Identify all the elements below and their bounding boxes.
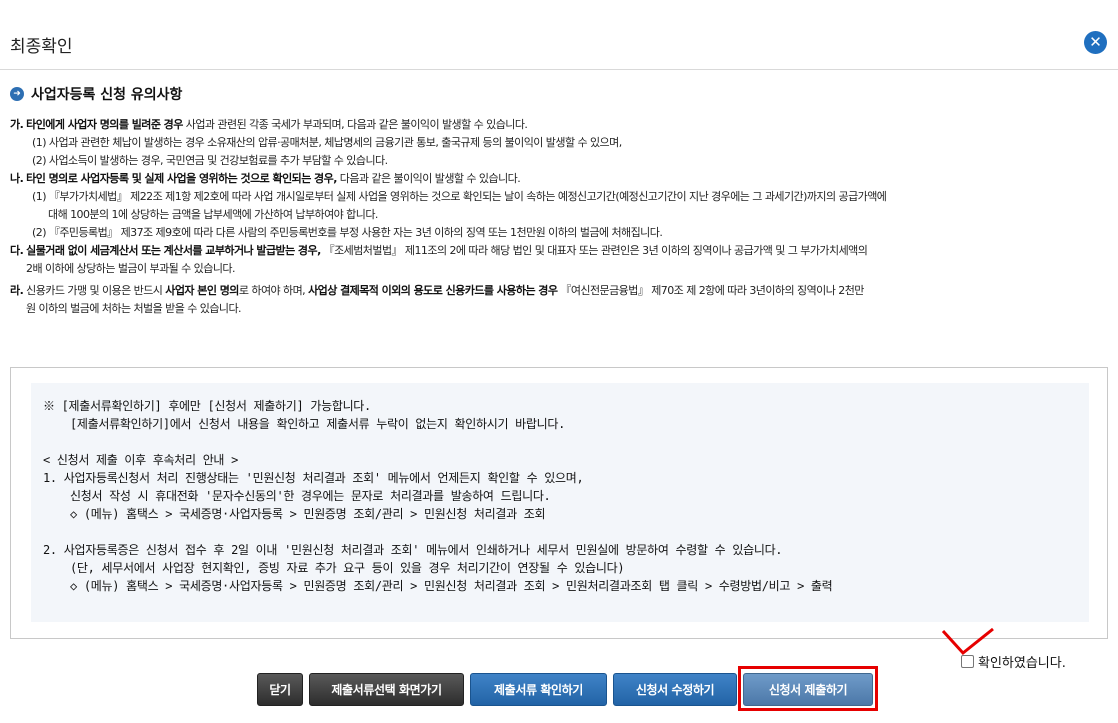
notice-item-na: 나. 타인 명의로 사업자등록 및 실제 사업을 영위하는 것으로 확인되는 경…	[10, 170, 1110, 188]
notice-item-ga: 가. 타인에게 사업자 명의를 빌려준 경우 사업과 관련된 각종 국세가 부과…	[10, 116, 1110, 134]
notice-marker: 가.	[10, 118, 24, 131]
notice-sub: (2) 『주민등록법』 제37조 제9호에 따라 다른 사람의 주민등록번호를 …	[32, 226, 663, 239]
notice-bold: 타인 명의로 사업자등록 및 실제 사업을 영위하는 것으로 확인되는 경우,	[26, 172, 337, 185]
confirm-label: 확인하였습니다.	[978, 655, 1066, 671]
notice-text: 『조세범처벌법』 제11조의 2에 따라 해당 법인 및 대표자 또는 관련인은…	[320, 244, 868, 257]
notice-sub: (1) 사업과 관련한 체납이 발생하는 경우 소유재산의 압류·공매처분, 체…	[32, 136, 622, 149]
info-line: (단, 세무서에서 사업장 현지확인, 증빙 자료 추가 요구 등이 있을 경우…	[70, 561, 625, 575]
dialog-header: 최종확인 ✕	[0, 0, 1118, 70]
info-line: [제출서류확인하기]에서 신청서 내용을 확인하고 제출서류 누락이 없는지 확…	[70, 417, 566, 431]
notice-text: 사업과 관련된 각종 국세가 부과되며, 다음과 같은 불이익이 발생할 수 있…	[182, 118, 528, 131]
notice-text: 『여신전문금융법』 제70조 제 2항에 따라 3년이하의 징역이나 2천만	[557, 284, 864, 297]
notice-bold: 실물거래 없이 세금계산서 또는 계산서를 교부하거나 발급받는 경우,	[26, 244, 321, 257]
notice-text: 신용카드 가맹 및 이용은 반드시	[23, 284, 166, 297]
info-line: ◇ (메뉴) 홈택스 > 국세증명·사업자등록 > 민원증명 조회/관리 > 민…	[70, 579, 833, 593]
confirm-checkbox-row[interactable]: 확인하였습니다.	[961, 652, 1066, 671]
notice-marker: 라.	[10, 284, 24, 297]
notice-marker: 나.	[10, 172, 24, 185]
notice-text: 다음과 같은 불이익이 발생할 수 있습니다.	[336, 172, 521, 185]
notice-marker: 다.	[10, 244, 24, 257]
notice-sub: (2) 사업소득이 발생하는 경우, 국민연금 및 건강보험료를 추가 부담할 …	[32, 154, 388, 167]
info-line: ◇ (메뉴) 홈택스 > 국세증명·사업자등록 > 민원증명 조회/관리 > 민…	[70, 507, 546, 521]
info-line: < 신청서 제출 이후 후속처리 안내 >	[43, 453, 239, 467]
info-line: 1. 사업자등록신청서 처리 진행상태는 '민원신청 처리결과 조회' 메뉴에서…	[43, 471, 584, 485]
arrow-right-circle-icon: ➜	[10, 87, 24, 101]
notice-item-da: 다. 실물거래 없이 세금계산서 또는 계산서를 교부하거나 발급받는 경우, …	[10, 242, 1110, 260]
notice-bold: 사업상 결제목적 이외의 용도로 신용카드를 사용하는 경우	[308, 284, 558, 297]
close-icon[interactable]: ✕	[1084, 31, 1107, 54]
info-panel: ※ [제출서류확인하기] 후에만 [신청서 제출하기] 가능합니다. [제출서류…	[31, 383, 1089, 622]
notice-sub: (1) 『부가가치세법』 제22조 제1항 제2호에 따라 사업 개시일로부터 …	[32, 190, 887, 203]
notice-bold: 타인에게 사업자 명의를 빌려준 경우	[26, 118, 183, 131]
notice-text: 로 하여야 하며,	[238, 284, 309, 297]
info-line: 2. 사업자등록증은 신청서 접수 후 2일 이내 '민원신청 처리결과 조회'…	[43, 543, 783, 557]
select-docs-button[interactable]: 제출서류선택 화면가기	[309, 673, 464, 706]
info-box: ※ [제출서류확인하기] 후에만 [신청서 제출하기] 가능합니다. [제출서류…	[10, 367, 1108, 639]
confirm-checkbox[interactable]	[961, 654, 974, 668]
close-button[interactable]: 닫기	[257, 673, 303, 706]
notice-item-ra: 라. 신용카드 가맹 및 이용은 반드시 사업자 본인 명의로 하여야 하며, …	[10, 282, 1110, 300]
notice-cont: 2배 이하에 상당하는 벌금이 부과될 수 있습니다.	[26, 262, 235, 275]
notice-bold: 사업자 본인 명의	[165, 284, 239, 297]
info-line: 신청서 작성 시 휴대전화 '문자수신동의'한 경우에는 문자로 처리결과를 발…	[70, 489, 551, 503]
notice-sub: 대해 100분의 1에 상당하는 금액을 납부세액에 가산하여 납부하여야 합니…	[48, 208, 378, 221]
dialog-title: 최종확인	[10, 37, 73, 57]
info-line: ※ [제출서류확인하기] 후에만 [신청서 제출하기] 가능합니다.	[43, 399, 371, 413]
notice-cont: 원 이하의 벌금에 처하는 처벌을 받을 수 있습니다.	[26, 302, 242, 315]
edit-application-button[interactable]: 신청서 수정하기	[613, 673, 737, 706]
check-docs-button[interactable]: 제출서류 확인하기	[470, 673, 607, 706]
submit-highlight-box	[738, 666, 878, 711]
section-title-text: 사업자등록 신청 유의사항	[31, 87, 183, 103]
section-title: ➜ 사업자등록 신청 유의사항	[10, 84, 182, 104]
notice-list: 가. 타인에게 사업자 명의를 빌려준 경우 사업과 관련된 각종 국세가 부과…	[10, 116, 1110, 318]
